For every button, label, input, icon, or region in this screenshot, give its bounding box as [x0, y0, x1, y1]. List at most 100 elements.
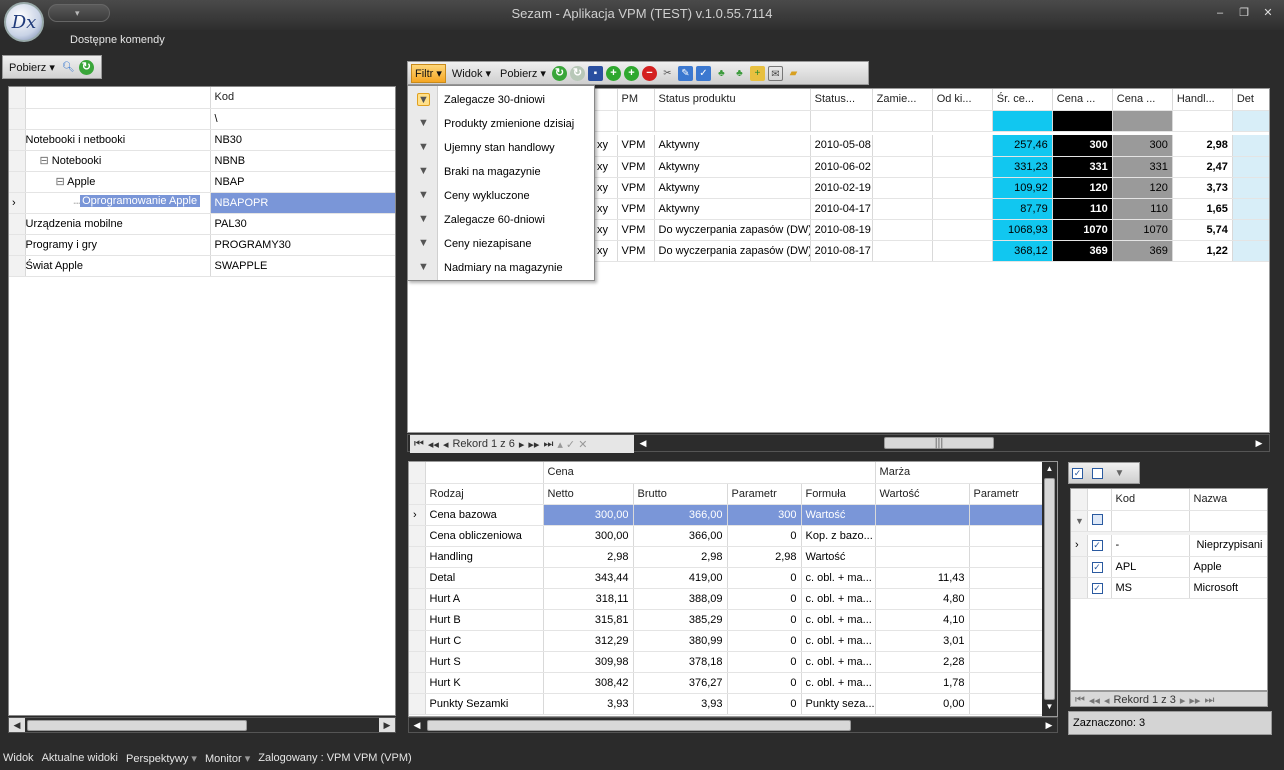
price-row-selected[interactable]: › Cena bazowa 300,00 366,00 300 Wartość — [409, 504, 1046, 526]
scroll-thumb[interactable] — [1044, 478, 1055, 700]
refresh-icon[interactable]: ↻ — [551, 65, 567, 81]
price-header[interactable]: Wartość — [875, 483, 970, 505]
brand-filter-row[interactable]: ▼ — [1071, 510, 1267, 532]
close-icon[interactable]: ✕ — [1260, 6, 1276, 20]
prev-record-icon[interactable]: ◂ — [443, 438, 449, 451]
prod-header[interactable]: Status produktu — [654, 89, 811, 111]
table-row[interactable]: xy VPM Aktywny 2010-05-08 257,46 300 300 2,98 — [593, 135, 1269, 157]
prev-page-icon[interactable]: ◂◂ — [1089, 694, 1100, 707]
menu-item[interactable]: ▼ Nadmiary na magazynie — [408, 256, 594, 280]
status-monitor[interactable]: Monitor ▾ — [205, 752, 250, 765]
brand-header[interactable]: Kod — [1111, 489, 1190, 511]
price-row[interactable]: Cena obliczeniowa 300,00 366,00 0 Kop. z baz… — [409, 525, 1046, 547]
prod-header[interactable]: Cena ... — [1052, 89, 1113, 111]
price-row[interactable]: Hurt K 308,42 376,27 0 c. obl. + ma... 1,78 — [409, 672, 1046, 694]
row-checkbox[interactable]: ✓ — [1091, 540, 1103, 552]
table-row[interactable]: xy VPM Aktywny 2010-04-17 87,79 110 110 1,65 — [593, 198, 1269, 220]
pobierz-main-dropdown[interactable]: Pobierz ▾ — [497, 65, 549, 82]
price-header[interactable]: Netto — [543, 483, 634, 505]
collapse-icon[interactable]: ⊟ — [56, 176, 65, 188]
app-logo[interactable]: Dx — [4, 2, 44, 42]
next-page-icon[interactable]: ▸▸ — [528, 438, 539, 451]
menu-item[interactable]: ▼ Zalegacze 60-dniowi — [408, 208, 594, 232]
table-row[interactable]: xy VPM Aktywny 2010-06-02 331,23 331 331 2,47 — [593, 156, 1269, 178]
mail-icon[interactable]: ✉ — [767, 65, 783, 81]
filter-checkbox[interactable] — [1091, 513, 1103, 525]
price-header[interactable]: Brutto — [633, 483, 728, 505]
prod-header[interactable]: Od ki... — [932, 89, 993, 111]
scroll-thumb[interactable] — [427, 720, 851, 731]
next-record-icon[interactable]: ▸ — [519, 438, 525, 451]
save-icon[interactable]: ▪ — [587, 65, 603, 81]
tree-kod-header[interactable]: Kod — [210, 87, 395, 109]
restore-icon[interactable]: ❐ — [1236, 6, 1252, 20]
price-header[interactable]: Parametr — [727, 483, 802, 505]
brand-row[interactable]: ✓ APL Apple — [1071, 556, 1267, 578]
price-row[interactable]: Handling 2,98 2,98 2,98 Wartość — [409, 546, 1046, 568]
brand-header[interactable]: Nazwa — [1189, 489, 1267, 511]
first-record-icon[interactable]: ⏮ — [414, 438, 424, 451]
price-row[interactable]: Hurt C 312,29 380,99 0 c. obl. + ma... 3,01 — [409, 630, 1046, 652]
scroll-right-icon[interactable]: ▶ — [379, 718, 395, 732]
record-navigator[interactable]: ⏮ ◂◂ ◂ Rekord 1 z 6 ▸ ▸▸ ⏭ ▴ ✓ ✕ — [410, 435, 634, 453]
available-commands[interactable]: Dostępne komendy — [70, 34, 165, 46]
row-checkbox[interactable]: ✓ — [1091, 582, 1103, 594]
refresh-icon[interactable]: ↻ — [78, 59, 94, 75]
price-row[interactable]: Hurt S 309,98 378,18 0 c. obl. + ma... 2,28 — [409, 651, 1046, 673]
brand-row[interactable]: ✓ MS Microsoft — [1071, 577, 1267, 599]
last-record-icon[interactable]: ⏭ — [1204, 694, 1214, 707]
scroll-thumb[interactable] — [27, 720, 247, 731]
tree-name-header[interactable] — [25, 87, 211, 109]
price-header[interactable]: Rodzaj — [425, 483, 544, 505]
prod-header[interactable]: Det — [1232, 89, 1269, 111]
group-add-icon[interactable]: ♣ — [732, 66, 747, 81]
status-widok[interactable]: Widok — [3, 752, 34, 764]
menu-item[interactable]: ▼ Ceny wykluczone — [408, 184, 594, 208]
scroll-thumb[interactable]: ||| — [884, 437, 994, 449]
last-record-icon[interactable]: ⏭ — [543, 438, 553, 451]
collapse-icon[interactable]: ⊟ — [40, 155, 49, 167]
brands-record-navigator[interactable]: ⏮ ◂◂ ◂ Rekord 1 z 3 ▸ ▸▸ ⏭ — [1075, 691, 1214, 709]
prod-header[interactable]: Śr. ce... — [992, 89, 1053, 111]
prices-hscrollbar[interactable]: ◀ ▶ — [408, 717, 1058, 733]
scroll-right-icon[interactable]: ▶ — [1251, 436, 1267, 450]
prev-record-icon[interactable]: ◂ — [1104, 694, 1110, 707]
price-row[interactable]: Hurt B 315,81 385,29 0 c. obl. + ma... 4,10 — [409, 609, 1046, 631]
table-row[interactable]: xy VPM Do wyczerpania zapasów (DW) 2010-08-… — [593, 240, 1269, 262]
group-icon[interactable]: ♣ — [714, 66, 729, 81]
widok-dropdown[interactable]: Widok ▾ — [449, 65, 494, 82]
filtr-dropdown[interactable]: Filtr ▾ — [411, 63, 446, 83]
edit-icon[interactable]: ✎ — [677, 65, 693, 81]
scroll-left-icon[interactable]: ◀ — [409, 718, 425, 732]
tree-row[interactable]: ⊟ Notebooki NBNB — [9, 150, 395, 172]
menu-item[interactable]: ▼ Ujemny stan handlowy — [408, 136, 594, 160]
table-row[interactable]: xy VPM Do wyczerpania zapasów (DW) 2010-08-… — [593, 219, 1269, 241]
pobierz-dropdown[interactable]: Pobierz ▾ — [6, 59, 58, 76]
price-row[interactable]: Punkty Sezamki 3,93 3,93 0 Punkty seza... 0,0… — [409, 693, 1046, 715]
edit-check-icon[interactable]: ✓ — [695, 65, 711, 81]
tree-row[interactable]: ⊟ Apple NBAP — [9, 171, 395, 193]
search-icon[interactable]: 🔍︎ — [61, 60, 76, 75]
check-all-icon[interactable]: ✓ — [1072, 467, 1083, 479]
table-row[interactable]: xy VPM Aktywny 2010-02-19 109,92 120 120 3,73 — [593, 177, 1269, 199]
new-doc-icon[interactable]: + — [749, 65, 765, 81]
prev-page-icon[interactable]: ◂◂ — [428, 438, 439, 451]
scroll-left-icon[interactable]: ◀ — [9, 718, 25, 732]
prices-vscrollbar[interactable]: ▲ ▼ — [1042, 462, 1057, 716]
scroll-down-icon[interactable]: ▼ — [1044, 702, 1055, 714]
scroll-up-icon[interactable]: ▲ — [1044, 464, 1055, 476]
price-row[interactable]: Hurt A 318,11 388,09 0 c. obl. + ma... 4,80 — [409, 588, 1046, 610]
menu-item[interactable]: ▼ Produkty zmienione dzisiaj — [408, 112, 594, 136]
scroll-right-icon[interactable]: ▶ — [1041, 718, 1057, 732]
add-copy-icon[interactable]: + — [623, 65, 639, 81]
folder-icon[interactable]: ▰ — [786, 66, 801, 81]
tree-row[interactable]: Świat Apple SWAPPLE — [9, 255, 395, 277]
prod-header[interactable]: Zamie... — [872, 89, 933, 111]
delete-icon[interactable]: − — [641, 65, 657, 81]
tree-row[interactable]: Notebooki i netbooki NB30 — [9, 129, 395, 151]
filter-icon[interactable]: ▼ — [1112, 466, 1127, 481]
price-header[interactable]: Parametr — [969, 483, 1046, 505]
tree-row-selected[interactable]: › ┈ Oprogramowanie Apple ... NBAPOPR — [9, 192, 395, 214]
prod-header[interactable]: Handl... — [1172, 89, 1233, 111]
menu-item[interactable]: ▼ Braki na magazynie — [408, 160, 594, 184]
